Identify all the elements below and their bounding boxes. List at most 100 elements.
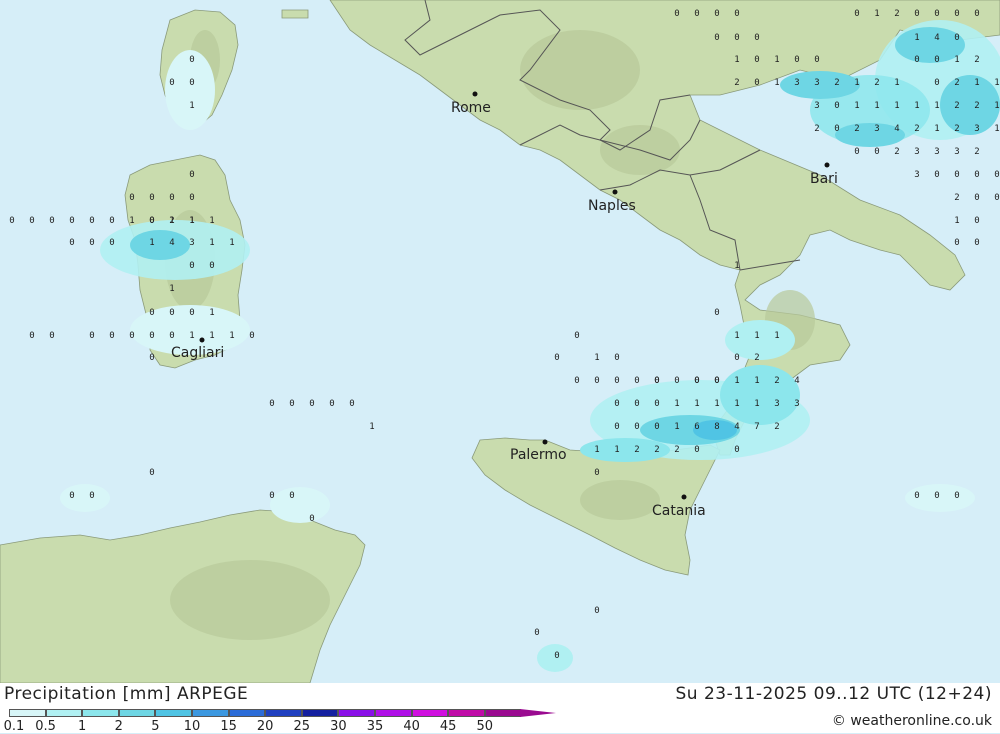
city-bari-label: Bari <box>810 171 838 187</box>
precip-value: 0 <box>934 9 939 19</box>
precip-value: 1 <box>854 78 859 88</box>
city-cagliari-marker <box>199 337 205 343</box>
precip-value: 0 <box>834 101 839 111</box>
precip-value: 0 <box>714 33 719 43</box>
precip-value: 2 <box>854 124 859 134</box>
precip-value: 0 <box>594 606 599 616</box>
precip-value: 1 <box>754 376 759 386</box>
precip-value: 0 <box>854 147 859 157</box>
precip-value: 1 <box>149 238 154 248</box>
precip-value: 1 <box>994 124 999 134</box>
precip-value: 0 <box>149 468 154 478</box>
precip-value: 0 <box>794 55 799 65</box>
scale-label: 5 <box>151 719 160 734</box>
precip-value: 4 <box>794 376 799 386</box>
scale-swatch <box>375 709 412 717</box>
credit-link[interactable]: © weatheronline.co.uk <box>832 713 992 729</box>
scale-label: 0.1 <box>3 719 25 734</box>
scale-label: 10 <box>183 719 201 734</box>
precip-value: 0 <box>974 216 979 226</box>
precip-value: 0 <box>614 376 619 386</box>
city-palermo-label: Palermo <box>510 447 567 463</box>
precip-value: 1 <box>874 9 879 19</box>
precip-value: 0 <box>189 55 194 65</box>
precip-value: 0 <box>89 331 94 341</box>
precip-value: 1 <box>209 238 214 248</box>
precip-value: 0 <box>534 628 539 638</box>
precip-value: 0 <box>974 170 979 180</box>
precip-value: 3 <box>954 147 959 157</box>
precip-value: 0 <box>734 353 739 363</box>
precip-value: 1 <box>734 399 739 409</box>
precip-value: 2 <box>874 78 879 88</box>
precip-value: 1 <box>734 55 739 65</box>
precip-value: 0 <box>654 422 659 432</box>
precip-value: 0 <box>149 193 154 203</box>
precip-value: 0 <box>554 353 559 363</box>
precip-value: 1 <box>774 55 779 65</box>
precip-value: 0 <box>169 308 174 318</box>
precip-value: 3 <box>794 78 799 88</box>
precip-value: 8 <box>714 422 719 432</box>
precip-value: 0 <box>654 399 659 409</box>
city-bari-marker <box>824 162 830 168</box>
precip-value: 1 <box>674 422 679 432</box>
scale-swatch <box>82 709 119 717</box>
scale-label: 15 <box>220 719 237 734</box>
precip-value: 0 <box>109 331 114 341</box>
precip-value: 0 <box>209 261 214 271</box>
precip-value: 1 <box>594 445 599 455</box>
precip-value: 2 <box>634 445 639 455</box>
precip-value: 1 <box>209 308 214 318</box>
precip-value: 1 <box>854 101 859 111</box>
precip-value: 3 <box>914 170 919 180</box>
precip-value: 0 <box>49 216 54 226</box>
precip-value: 2 <box>774 376 779 386</box>
precip-value: 0 <box>734 33 739 43</box>
precip-value: 1 <box>774 331 779 341</box>
precip-value: 0 <box>714 9 719 19</box>
precip-value: 3 <box>814 101 819 111</box>
precip-value: 3 <box>189 238 194 248</box>
scale-swatch <box>338 709 375 717</box>
city-rome-marker <box>472 91 478 97</box>
precip-value: 1 <box>994 78 999 88</box>
precip-value: 0 <box>349 399 354 409</box>
precip-value: 0 <box>634 376 639 386</box>
precip-value: 1 <box>209 331 214 341</box>
precip-value: 1 <box>914 33 919 43</box>
precip-value: 2 <box>954 193 959 203</box>
precip-value: 0 <box>69 216 74 226</box>
precip-value: 0 <box>934 55 939 65</box>
precip-value: 1 <box>129 216 134 226</box>
precip-value: 0 <box>954 9 959 19</box>
precip-value: 1 <box>229 331 234 341</box>
precip-value: 0 <box>574 331 579 341</box>
precip-value: 0 <box>914 55 919 65</box>
precip-value: 1 <box>189 331 194 341</box>
precip-value: 0 <box>954 491 959 501</box>
city-rome-label: Rome <box>451 100 491 116</box>
city-catania-marker <box>681 494 687 500</box>
precip-value: 3 <box>914 147 919 157</box>
precip-value: 0 <box>269 399 274 409</box>
precip-value: 2 <box>734 78 739 88</box>
precip-value: 0 <box>189 170 194 180</box>
precip-value: 0 <box>634 422 639 432</box>
precip-value: 2 <box>674 445 679 455</box>
precip-value: 4 <box>734 422 739 432</box>
precip-value: 0 <box>954 33 959 43</box>
precip-value: 1 <box>594 353 599 363</box>
scale-swatch <box>301 709 339 717</box>
precip-value: 0 <box>874 147 879 157</box>
precip-value: 0 <box>694 9 699 19</box>
precip-value: 0 <box>834 124 839 134</box>
scale-swatch <box>118 709 156 717</box>
precip-value: 1 <box>694 399 699 409</box>
footer-legend: Precipitation [mm] ARPEGE Su 23-11-2025 … <box>0 683 1000 734</box>
precip-value: 6 <box>694 422 699 432</box>
precip-value: 2 <box>169 216 174 226</box>
precip-value: 0 <box>309 399 314 409</box>
scale-label: 30 <box>330 719 347 734</box>
precip-value: 0 <box>269 491 274 501</box>
